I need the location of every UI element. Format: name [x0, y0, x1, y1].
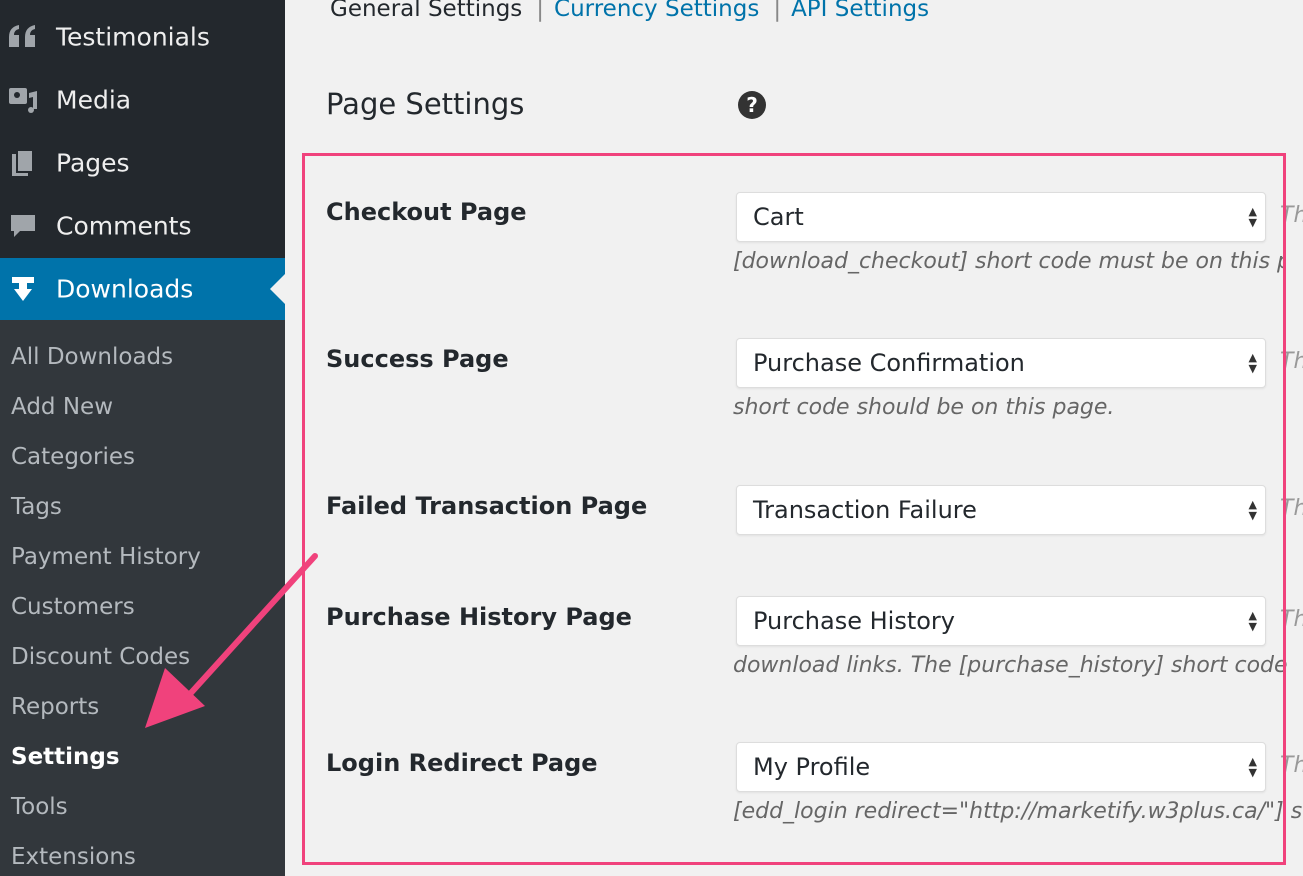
highlight-annotation-box [302, 153, 1286, 865]
